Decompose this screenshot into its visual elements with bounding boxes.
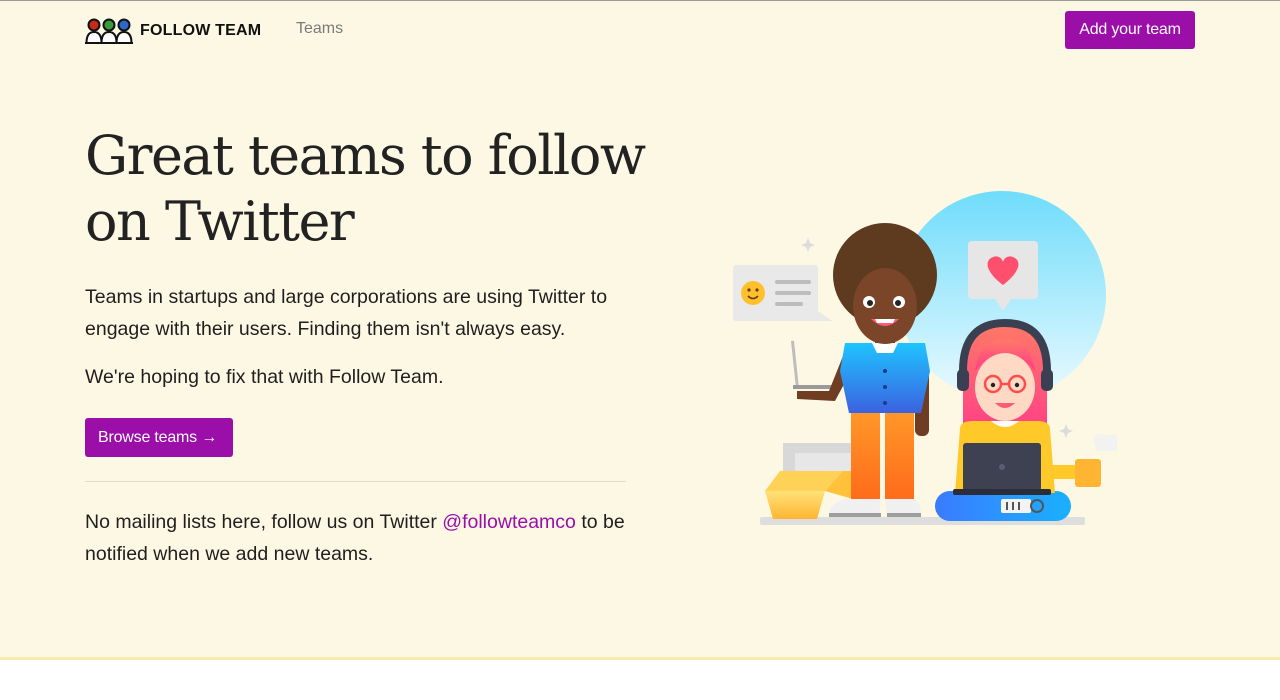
follow-note-before: No mailing lists here, follow us on Twit… xyxy=(85,511,443,533)
nav-link-teams[interactable]: Teams xyxy=(296,20,343,38)
site-header: FOLLOW TEAM Teams Add your team xyxy=(85,10,1195,50)
title-line-2: on Twitter xyxy=(85,190,355,253)
follow-note: No mailing lists here, follow us on Twit… xyxy=(85,506,630,570)
browse-teams-button[interactable]: Browse teams → xyxy=(85,418,233,457)
page-title: Great teams to follow on Twitter xyxy=(85,123,646,255)
lead-paragraph: Teams in startups and large corporations… xyxy=(85,286,608,340)
logo-link[interactable]: FOLLOW TEAM xyxy=(85,18,261,44)
page: FOLLOW TEAM Teams Add your team Great te… xyxy=(0,0,1280,660)
arrow-right-icon: → xyxy=(201,429,218,446)
logo-text: FOLLOW TEAM xyxy=(140,22,262,39)
title-line-1: Great teams to follow xyxy=(85,124,646,187)
lead-paragraph-2: We're hoping to fix that with Follow Tea… xyxy=(85,366,444,388)
add-your-team-button[interactable]: Add your team xyxy=(1065,11,1195,49)
twitter-handle-link[interactable]: @followteamco xyxy=(442,511,576,533)
three-people-icon xyxy=(85,18,133,44)
team-working-illustration xyxy=(733,191,1117,525)
divider xyxy=(85,481,626,482)
browse-teams-label: Browse teams xyxy=(98,429,197,446)
